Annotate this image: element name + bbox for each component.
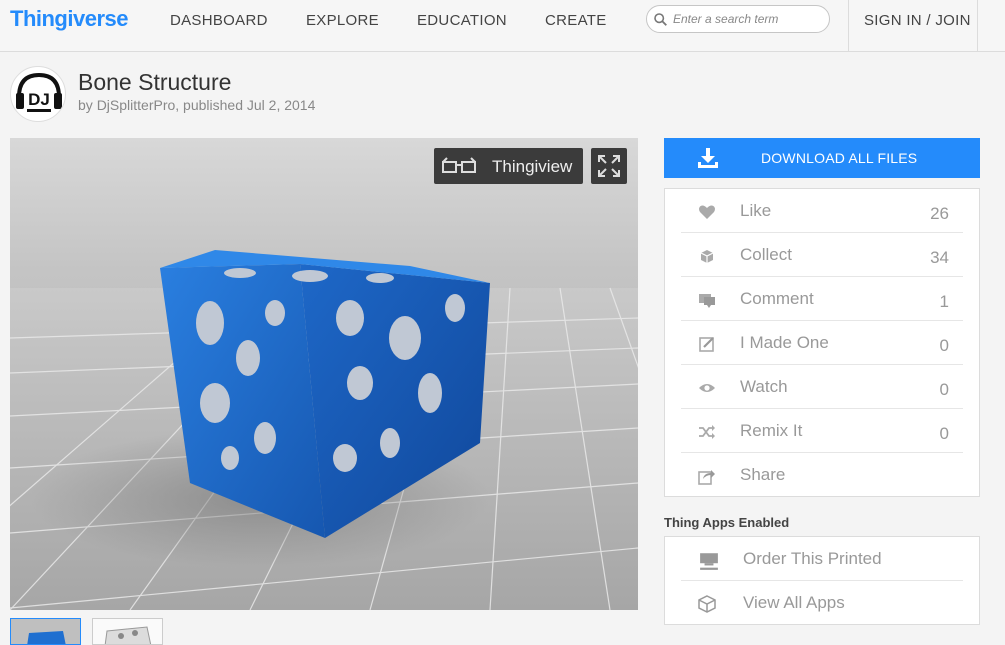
remix-count: 0 bbox=[939, 424, 949, 443]
like-action[interactable]: Like 26 bbox=[681, 189, 963, 233]
nav-education[interactable]: EDUCATION bbox=[417, 12, 507, 29]
3d-glasses-icon bbox=[442, 157, 476, 173]
share-action[interactable]: Share bbox=[681, 453, 963, 497]
thingiverse-logo[interactable]: Thingiverse bbox=[10, 6, 128, 32]
search-icon bbox=[654, 13, 667, 26]
remix-icon bbox=[699, 425, 715, 439]
comment-action[interactable]: Comment 1 bbox=[681, 277, 963, 321]
author-link[interactable]: DjSplitterPro bbox=[97, 97, 176, 113]
remix-label: Remix It bbox=[740, 421, 803, 440]
thingiview-label: Thingiview bbox=[492, 157, 573, 176]
like-label: Like bbox=[740, 201, 772, 220]
order-printed-action[interactable]: Order This Printed bbox=[681, 537, 963, 581]
made-icon bbox=[699, 337, 714, 352]
watch-label: Watch bbox=[740, 377, 788, 396]
collect-label: Collect bbox=[740, 245, 792, 264]
avatar-initials: DJ bbox=[28, 90, 50, 109]
view-all-apps-label: View All Apps bbox=[743, 593, 845, 612]
remix-action[interactable]: Remix It 0 bbox=[681, 409, 963, 453]
page-title: Bone Structure bbox=[78, 69, 232, 95]
expand-icon bbox=[598, 155, 620, 177]
eye-icon bbox=[699, 384, 715, 392]
watch-count: 0 bbox=[939, 380, 949, 399]
collect-action[interactable]: Collect 34 bbox=[681, 233, 963, 277]
printer-icon bbox=[700, 553, 718, 570]
i-made-one-action[interactable]: I Made One 0 bbox=[681, 321, 963, 365]
share-label: Share bbox=[740, 465, 786, 484]
collect-count: 34 bbox=[930, 248, 949, 267]
download-label: DOWNLOAD ALL FILES bbox=[761, 150, 918, 166]
fullscreen-button[interactable] bbox=[591, 148, 627, 184]
heart-icon bbox=[699, 205, 715, 219]
like-count: 26 bbox=[930, 204, 949, 223]
search-box[interactable] bbox=[646, 5, 830, 33]
share-icon bbox=[698, 470, 715, 485]
nav-explore[interactable]: EXPLORE bbox=[306, 12, 379, 29]
cube-icon bbox=[698, 595, 716, 613]
thing-apps-panel: Order This Printed View All Apps bbox=[664, 536, 980, 625]
dj-logo-image: DJ bbox=[16, 72, 62, 112]
thumbnail-1[interactable] bbox=[10, 618, 81, 645]
view-all-apps-action[interactable]: View All Apps bbox=[681, 581, 963, 625]
apps-heading: Thing Apps Enabled bbox=[664, 515, 790, 530]
byline: by DjSplitterPro, published Jul 2, 2014 bbox=[78, 97, 315, 113]
watch-action[interactable]: Watch 0 bbox=[681, 365, 963, 409]
signin-container: SIGN IN / JOIN bbox=[848, 0, 978, 52]
nav-create[interactable]: CREATE bbox=[545, 12, 607, 29]
thingiview-button[interactable]: Thingiview bbox=[434, 148, 583, 184]
thumbnail-image bbox=[11, 619, 80, 644]
collect-icon bbox=[700, 250, 714, 263]
download-all-button[interactable]: DOWNLOAD ALL FILES bbox=[664, 138, 980, 178]
top-navbar: Thingiverse DASHBOARD EXPLORE EDUCATION … bbox=[0, 0, 1005, 52]
avatar[interactable]: DJ bbox=[10, 66, 66, 122]
signin-link[interactable]: SIGN IN / JOIN bbox=[864, 12, 971, 29]
i-made-one-label: I Made One bbox=[740, 333, 829, 352]
download-icon bbox=[698, 148, 718, 168]
i-made-one-count: 0 bbox=[939, 336, 949, 355]
search-input[interactable] bbox=[673, 10, 823, 28]
order-printed-label: Order This Printed bbox=[743, 549, 882, 568]
comment-label: Comment bbox=[740, 289, 814, 308]
comment-count: 1 bbox=[939, 292, 949, 311]
thing-actions-panel: Like 26 Collect 34 Comment 1 I Made One … bbox=[664, 188, 980, 497]
model-viewer[interactable]: Thingiview bbox=[10, 138, 638, 610]
nav-dashboard[interactable]: DASHBOARD bbox=[170, 12, 268, 29]
publish-date: , published Jul 2, 2014 bbox=[175, 97, 316, 113]
thumbnail-image bbox=[93, 619, 162, 644]
thumbnail-2[interactable] bbox=[92, 618, 163, 645]
byline-prefix: by bbox=[78, 97, 97, 113]
model-render-image bbox=[10, 250, 638, 610]
comment-icon bbox=[699, 294, 715, 308]
